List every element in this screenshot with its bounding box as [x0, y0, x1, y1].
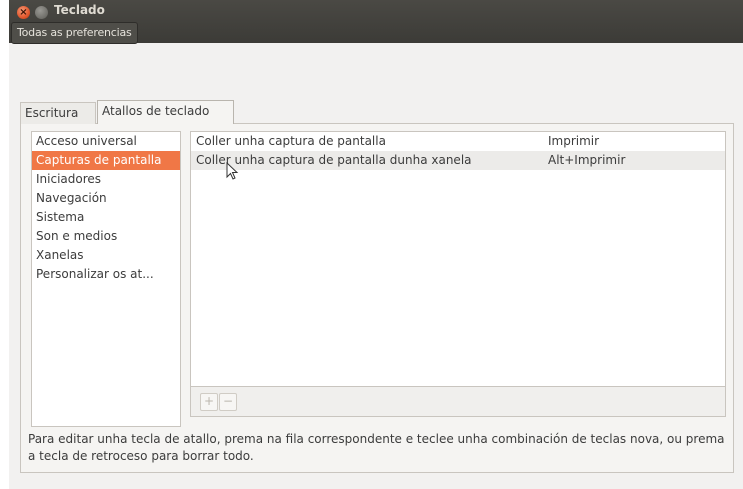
shortcut-row[interactable]: Coller unha captura de pantalla dunha xa… — [191, 151, 725, 170]
add-shortcut-button[interactable]: + — [200, 393, 218, 411]
help-text: Para editar unha tecla de atallo, prema … — [28, 432, 725, 463]
category-list: Acceso universal Capturas de pantalla In… — [31, 131, 181, 427]
remove-shortcut-button[interactable]: − — [219, 393, 237, 411]
category-item-launchers[interactable]: Iniciadores — [32, 170, 180, 189]
shortcut-list: Coller unha captura de pantalla Imprimir… — [190, 131, 726, 387]
category-item-system[interactable]: Sistema — [32, 208, 180, 227]
category-item-custom-shortcuts[interactable]: Personalizar os at... — [32, 265, 180, 284]
category-item-windows[interactable]: Xanelas — [32, 246, 180, 265]
tab-keyboard-shortcuts[interactable]: Atallos de teclado — [97, 100, 234, 124]
tab-writing[interactable]: Escritura — [20, 102, 96, 124]
category-item-universal-access[interactable]: Acceso universal — [32, 132, 180, 151]
title-bar: × Teclado Todas as preferencias — [9, 0, 743, 44]
keyboard-window: × Teclado Todas as preferencias Escritur… — [9, 0, 743, 489]
window-title: Teclado — [54, 3, 105, 17]
minimize-icon[interactable] — [35, 6, 48, 19]
shortcut-row[interactable]: Coller unha captura de pantalla Imprimir — [191, 132, 725, 151]
close-icon[interactable]: × — [17, 6, 30, 19]
shortcut-toolbar: + − — [190, 387, 726, 417]
category-item-navigation[interactable]: Navegación — [32, 189, 180, 208]
shortcut-key: Alt+Imprimir — [548, 153, 626, 167]
category-item-screenshots[interactable]: Capturas de pantalla — [32, 151, 180, 170]
all-preferences-button[interactable]: Todas as preferencias — [11, 22, 138, 44]
mouse-pointer-icon — [226, 162, 239, 180]
shortcut-key: Imprimir — [548, 134, 600, 148]
shortcut-action: Coller unha captura de pantalla — [196, 134, 386, 148]
category-item-sound-media[interactable]: Son e medios — [32, 227, 180, 246]
